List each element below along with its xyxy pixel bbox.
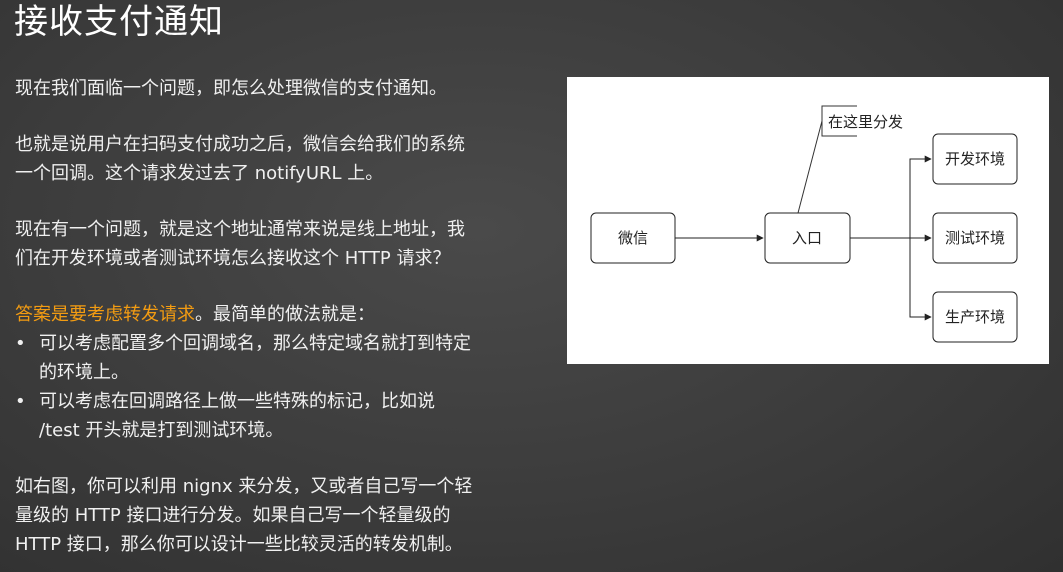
answer-rest: 。最简单的做法就是： bbox=[195, 304, 375, 325]
paragraph-callback: 也就是说用户在扫码支付成功之后，微信会给我们的系统 一个回调。这个请求发过去了 … bbox=[15, 130, 525, 188]
list-item: • 可以考虑配置多个回调域名，那么特定域名就打到特定 的环境上。 bbox=[15, 329, 525, 387]
answer-highlight: 答案是要考虑转发请求 bbox=[15, 304, 195, 325]
node-dev: 开发环境 bbox=[932, 133, 1018, 185]
paragraph-question: 现在有一个问题，就是这个地址通常来说是线上地址，我 们在开发环境或者测试环境怎么… bbox=[15, 215, 525, 273]
node-wechat: 微信 bbox=[590, 212, 676, 264]
node-test-label: 测试环境 bbox=[945, 229, 1005, 247]
edge-entry-dev bbox=[909, 155, 932, 238]
list-item: • 可以考虑在回调路径上做一些特殊的标记，比如说 /test 开头就是打到测试环… bbox=[15, 387, 525, 445]
slide-body: 现在我们面临一个问题，即怎么处理微信的支付通知。 也就是说用户在扫码支付成功之后… bbox=[15, 74, 525, 572]
node-prod: 生产环境 bbox=[932, 291, 1018, 343]
paragraph-question-line2: 们在开发环境或者测试环境怎么接收这个 HTTP 请求？ bbox=[15, 248, 451, 269]
node-wechat-label: 微信 bbox=[618, 229, 648, 247]
node-dev-label: 开发环境 bbox=[945, 150, 1005, 168]
paragraph-callback-line2: 一个回调。这个请求发过去了 notifyURL 上。 bbox=[15, 163, 384, 184]
slide-title: 接收支付通知 bbox=[14, 2, 224, 42]
node-entry-label: 入口 bbox=[792, 229, 822, 247]
paragraph-callback-line1: 也就是说用户在扫码支付成功之后，微信会给我们的系统 bbox=[15, 134, 465, 155]
bullet-dot: • bbox=[15, 333, 26, 354]
annotation-leader-line bbox=[797, 120, 823, 214]
paragraph-problem: 现在我们面临一个问题，即怎么处理微信的支付通知。 bbox=[15, 78, 447, 99]
bullet-dot: • bbox=[15, 391, 26, 412]
routing-diagram-svg: 在这里分发 微信 入口 开发环境 测试环境 生产环境 bbox=[590, 105, 1018, 343]
list-item-line2: /test 开头就是打到测试环境。 bbox=[39, 420, 284, 441]
solution-list: • 可以考虑配置多个回调域名，那么特定域名就打到特定 的环境上。 • 可以考虑在… bbox=[15, 329, 525, 445]
node-test: 测试环境 bbox=[932, 212, 1018, 264]
paragraph-conclusion-line1: 如右图，你可以利用 nignx 来分发，又或者自己写一个轻 bbox=[15, 476, 473, 497]
routing-diagram: 在这里分发 微信 入口 开发环境 测试环境 生产环境 bbox=[567, 77, 1049, 364]
list-item-line2: 的环境上。 bbox=[39, 362, 129, 383]
paragraph-conclusion-line2: 量级的 HTTP 接口进行分发。如果自己写一个轻量级的 bbox=[15, 505, 451, 526]
annotation-text: 在这里分发 bbox=[828, 113, 903, 131]
paragraph-question-line1: 现在有一个问题，就是这个地址通常来说是线上地址，我 bbox=[15, 219, 465, 240]
paragraph-answer: 答案是要考虑转发请求。最简单的做法就是： bbox=[15, 300, 525, 329]
node-entry: 入口 bbox=[764, 212, 851, 264]
list-item-line1: 可以考虑在回调路径上做一些特殊的标记，比如说 bbox=[39, 391, 435, 412]
list-item-line1: 可以考虑配置多个回调域名，那么特定域名就打到特定 bbox=[39, 333, 471, 354]
node-prod-label: 生产环境 bbox=[945, 308, 1005, 326]
edge-entry-prod bbox=[909, 238, 932, 321]
annotation-callout: 在这里分发 bbox=[797, 105, 903, 214]
paragraph-conclusion: 如右图，你可以利用 nignx 来分发，又或者自己写一个轻 量级的 HTTP 接… bbox=[15, 472, 525, 559]
paragraph-conclusion-line3: HTTP 接口，那么你可以设计一些比较灵活的转发机制。 bbox=[15, 534, 463, 555]
